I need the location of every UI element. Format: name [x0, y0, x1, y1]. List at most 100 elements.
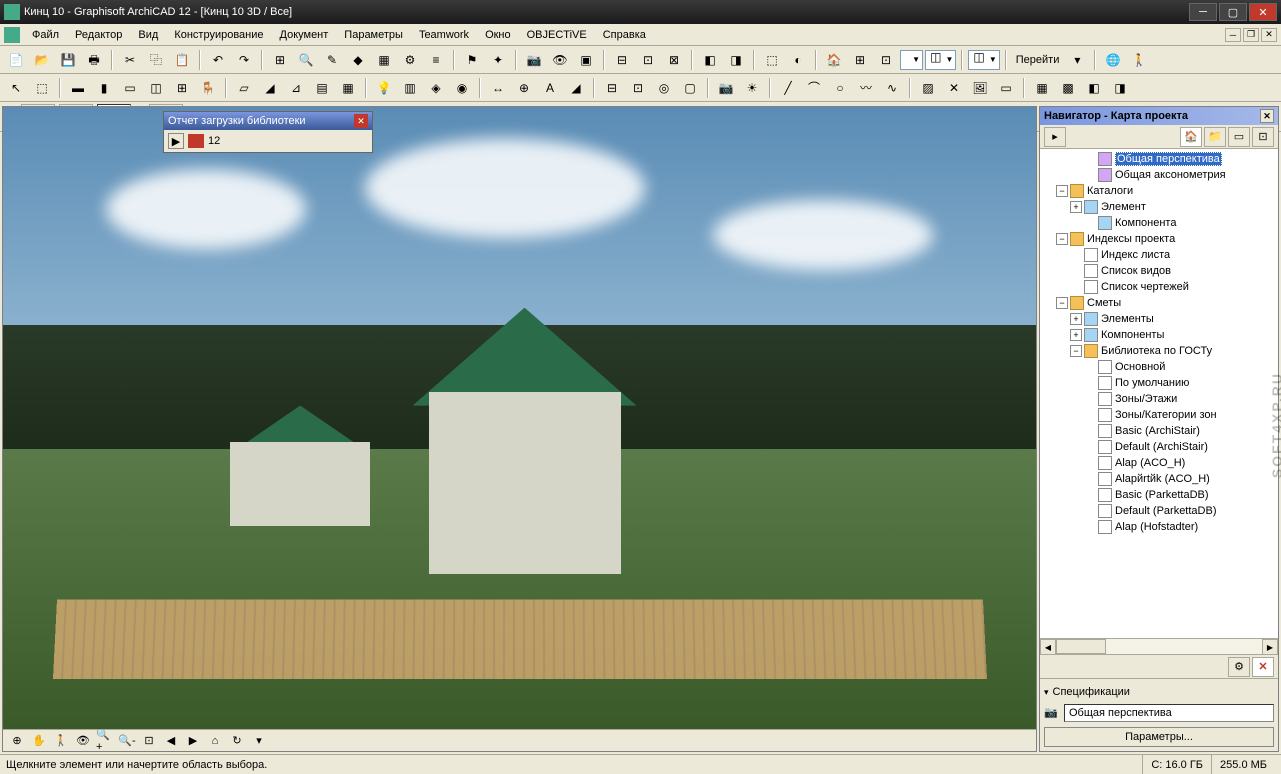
layers-button[interactable]: ◧	[698, 48, 722, 72]
menu-teamwork[interactable]: Teamwork	[411, 27, 477, 43]
more2-tool[interactable]: ▩	[1056, 76, 1080, 100]
elevation-tool[interactable]: ⊡	[626, 76, 650, 100]
tree-item[interactable]: Список видов	[1042, 263, 1276, 279]
tree-item[interactable]: −Библиотека по ГОСТу	[1042, 343, 1276, 359]
tree-item[interactable]: Общая аксонометрия	[1042, 167, 1276, 183]
vt-look[interactable]: 👁	[73, 732, 93, 750]
person-button[interactable]: 🚶	[1127, 48, 1151, 72]
tree-item[interactable]: −Индексы проекта	[1042, 231, 1276, 247]
drawing-tool[interactable]: ▭	[994, 76, 1018, 100]
column-tool[interactable]: ▮	[92, 76, 116, 100]
vt-fit[interactable]: ⊡	[139, 732, 159, 750]
nav-settings-button[interactable]: ⚙	[1228, 657, 1250, 677]
tree-item[interactable]: Basic (ArchiStair)	[1042, 423, 1276, 439]
snap-button[interactable]: ⊡	[636, 48, 660, 72]
goto-dropdown[interactable]: ▾	[1065, 48, 1089, 72]
vt-prev[interactable]: ◀	[161, 732, 181, 750]
tree-item[interactable]: Default (ParkettaDB)	[1042, 503, 1276, 519]
save-button[interactable]: 💾	[56, 48, 80, 72]
spec-name-field[interactable]: Общая перспектива	[1064, 704, 1274, 722]
hotspot-tool[interactable]: ✕	[942, 76, 966, 100]
tree-item[interactable]: По умолчанию	[1042, 375, 1276, 391]
tree-item[interactable]: Alap (ACO_H)	[1042, 455, 1276, 471]
spec-header[interactable]: ▾ Спецификации	[1044, 683, 1274, 701]
figure-tool[interactable]: 🖼	[968, 76, 992, 100]
section-tool[interactable]: ⊟	[600, 76, 624, 100]
tree-item[interactable]: −Каталоги	[1042, 183, 1276, 199]
tree-item[interactable]: Зоны/Этажи	[1042, 391, 1276, 407]
window-tool[interactable]: ⊞	[170, 76, 194, 100]
report-close-button[interactable]: ✕	[354, 114, 368, 128]
3d-viewport[interactable]: Отчет загрузки библиотеки ✕ ▶ 12	[3, 107, 1036, 729]
spline-tool[interactable]: ∿	[880, 76, 904, 100]
marquee-tool[interactable]: ⬚	[30, 76, 54, 100]
navigator-tree[interactable]: Общая перспективаОбщая аксонометрия−Ката…	[1040, 149, 1278, 638]
mesh-tool[interactable]: ⊿	[284, 76, 308, 100]
door-tool[interactable]: ◫	[144, 76, 168, 100]
slab-tool[interactable]: ▱	[232, 76, 256, 100]
menu-документ[interactable]: Документ	[272, 27, 337, 43]
shell-tool[interactable]: ◉	[450, 76, 474, 100]
lamp-tool[interactable]: 💡	[372, 76, 396, 100]
edit-button[interactable]: ✎	[320, 48, 344, 72]
more1-tool[interactable]: ▦	[1030, 76, 1054, 100]
mdi-close-button[interactable]: ✕	[1261, 28, 1277, 42]
tree-item[interactable]: Основной	[1042, 359, 1276, 375]
menu-редактор[interactable]: Редактор	[67, 27, 130, 43]
minimize-button[interactable]: ─	[1189, 3, 1217, 21]
fill-tool[interactable]: ▨	[916, 76, 940, 100]
tree-expander[interactable]: −	[1070, 345, 1082, 357]
nav3-button[interactable]: ⊡	[874, 48, 898, 72]
view-combo[interactable]: ◫	[968, 50, 999, 70]
tool-button[interactable]: ▦	[372, 48, 396, 72]
camera-tool[interactable]: 📷	[714, 76, 738, 100]
perspective-button[interactable]: ⬚	[760, 48, 784, 72]
layer-combo[interactable]: ◫	[925, 50, 956, 70]
level-tool[interactable]: ⊕	[512, 76, 536, 100]
tree-item[interactable]: Список чертежей	[1042, 279, 1276, 295]
roof-tool[interactable]: ◢	[258, 76, 282, 100]
text-tool[interactable]: A	[538, 76, 562, 100]
mdi-minimize-button[interactable]: ─	[1225, 28, 1241, 42]
tree-item[interactable]: Компонента	[1042, 215, 1276, 231]
layer-button[interactable]: ≡	[424, 48, 448, 72]
undo-button[interactable]: ↶	[206, 48, 230, 72]
object-tool[interactable]: 🪑	[196, 76, 220, 100]
globe-button[interactable]: 🌐	[1101, 48, 1125, 72]
circle-tool[interactable]: ○	[828, 76, 852, 100]
report-play-button[interactable]: ▶	[168, 133, 184, 149]
tree-expander[interactable]: −	[1056, 297, 1068, 309]
beam-tool[interactable]: ▭	[118, 76, 142, 100]
vt-next[interactable]: ▶	[183, 732, 203, 750]
nav-tab-layouts[interactable]: ▭	[1228, 127, 1250, 147]
new-button[interactable]: 📄	[4, 48, 28, 72]
arc-tool[interactable]: ⌒	[802, 76, 826, 100]
section-button[interactable]: ◨	[724, 48, 748, 72]
wall-tool[interactable]: ▬	[66, 76, 90, 100]
vt-zoom-out[interactable]: 🔍-	[117, 732, 137, 750]
vt-walk[interactable]: 🚶	[51, 732, 71, 750]
find-button[interactable]: 🔍	[294, 48, 318, 72]
spec-params-button[interactable]: Параметры...	[1044, 727, 1274, 747]
nav-tab-project[interactable]: 🏠	[1180, 127, 1202, 147]
tree-expander[interactable]: +	[1070, 329, 1082, 341]
shade-button[interactable]: ◐	[786, 48, 810, 72]
menu-конструирование[interactable]: Конструирование	[166, 27, 271, 43]
vt-orbit[interactable]: ⊕	[7, 732, 27, 750]
tree-item[interactable]: Basic (ParkettaDB)	[1042, 487, 1276, 503]
tree-item[interactable]: Индекс листа	[1042, 247, 1276, 263]
print-button[interactable]: 🖶	[82, 48, 106, 72]
zone-tool[interactable]: ▦	[336, 76, 360, 100]
arrow-tool[interactable]: ↖	[4, 76, 28, 100]
worksheet-tool[interactable]: ▢	[678, 76, 702, 100]
tree-expander[interactable]: +	[1070, 313, 1082, 325]
menu-параметры[interactable]: Параметры	[336, 27, 411, 43]
grid-button[interactable]: ⊟	[610, 48, 634, 72]
nav-tab-publisher[interactable]: ⊡	[1252, 127, 1274, 147]
tree-item[interactable]: +Элемент	[1042, 199, 1276, 215]
scale-combo[interactable]	[900, 50, 923, 70]
polyline-tool[interactable]: 〰	[854, 76, 878, 100]
dim-tool[interactable]: ↔	[486, 76, 510, 100]
copy-button[interactable]: ⿻	[144, 48, 168, 72]
view-button[interactable]: 👁	[548, 48, 572, 72]
